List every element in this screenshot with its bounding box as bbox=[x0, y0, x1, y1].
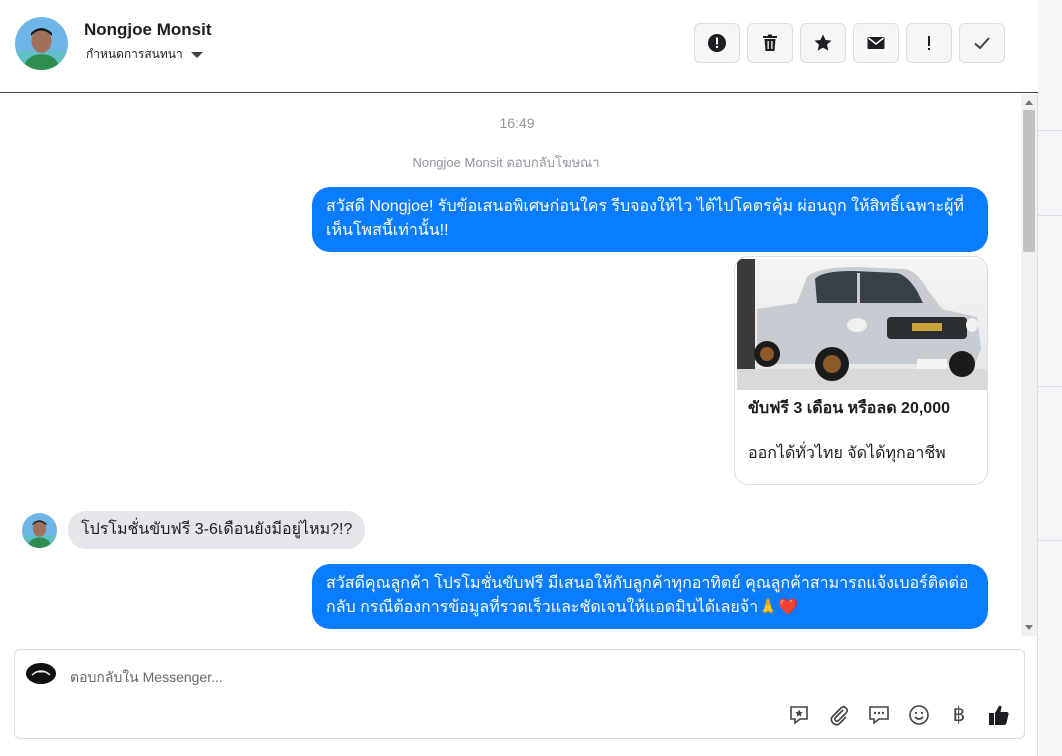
emoji-icon bbox=[909, 705, 929, 725]
divider bbox=[1038, 215, 1062, 216]
mark-unread-button[interactable] bbox=[853, 23, 899, 63]
assign-label: กำหนดการสนทนา bbox=[86, 47, 183, 61]
payment-button[interactable]: ฿ bbox=[946, 702, 972, 728]
star-button[interactable] bbox=[800, 23, 846, 63]
reply-composer[interactable]: ตอบกลับใน Messenger... ฿ bbox=[14, 649, 1025, 739]
ad-card[interactable]: ขับฟรี 3 เดือน หรือลด 20,000 ออกได้ทั่วไ… bbox=[734, 256, 988, 485]
mark-done-button[interactable] bbox=[959, 23, 1005, 63]
mail-icon bbox=[867, 37, 885, 49]
ad-car-image bbox=[737, 259, 987, 390]
exclamation-icon bbox=[928, 36, 930, 50]
divider bbox=[1038, 540, 1062, 541]
scroll-down-icon[interactable] bbox=[1025, 625, 1033, 630]
divider bbox=[1038, 130, 1062, 131]
divider bbox=[1038, 386, 1062, 387]
composer-tools: ฿ bbox=[786, 702, 1012, 728]
mark-spam-button[interactable] bbox=[694, 23, 740, 63]
message-scrollbar[interactable] bbox=[1021, 94, 1037, 636]
message-timestamp: 16:49 bbox=[499, 115, 535, 131]
baht-icon: ฿ bbox=[952, 704, 966, 726]
emoji-button[interactable] bbox=[906, 702, 932, 728]
customer-avatar[interactable] bbox=[22, 512, 57, 548]
attachment-icon bbox=[830, 705, 849, 726]
incoming-message-row: โปรโมชั่นขับฟรี 3-6เดือนยังมีอยู่ไหม?!? bbox=[22, 511, 366, 549]
outgoing-message[interactable]: สวัสดีคุณลูกค้า โปรโมชั่นขับฟรี มีเสนอให… bbox=[312, 564, 988, 629]
ad-title: ขับฟรี 3 เดือน หรือลด 20,000 bbox=[748, 400, 950, 417]
trash-icon bbox=[763, 34, 777, 51]
spam-icon bbox=[708, 34, 726, 52]
delete-button[interactable] bbox=[747, 23, 793, 63]
ad-description: ออกได้ทั่วไทย จัดได้ทุกอาชีพ bbox=[748, 445, 946, 462]
inbox-conversation-panel: Nongjoe Monsit กำหนดการสนทนา 16:49 Nongj… bbox=[0, 0, 1038, 756]
header-actions bbox=[694, 23, 1005, 63]
incoming-message[interactable]: โปรโมชั่นขับฟรี 3-6เดือนยังมีอยู่ไหม?!? bbox=[68, 511, 366, 549]
star-icon bbox=[814, 34, 832, 51]
scroll-thumb[interactable] bbox=[1023, 110, 1035, 252]
follow-up-button[interactable] bbox=[906, 23, 952, 63]
saved-reply-icon bbox=[790, 706, 808, 725]
contact-avatar[interactable] bbox=[15, 17, 68, 70]
check-icon bbox=[974, 37, 990, 50]
outgoing-message[interactable]: สวัสดี Nongjoe! รับข้อเสนอพิเศษก่อนใคร ร… bbox=[312, 187, 988, 252]
attach-button[interactable] bbox=[826, 702, 852, 728]
page-avatar bbox=[26, 663, 56, 684]
chat-button[interactable] bbox=[866, 702, 892, 728]
like-icon bbox=[989, 705, 1009, 725]
ad-reply-note: Nongjoe Monsit ตอบกลับโฆษณา bbox=[412, 155, 600, 170]
caret-down-icon bbox=[190, 51, 203, 58]
scroll-up-icon[interactable] bbox=[1025, 100, 1033, 105]
saved-reply-button[interactable] bbox=[786, 702, 812, 728]
conversation-header: Nongjoe Monsit กำหนดการสนทนา bbox=[0, 0, 1038, 93]
message-list[interactable]: 16:49 Nongjoe Monsit ตอบกลับโฆษณา สวัสดี… bbox=[0, 94, 1038, 636]
reply-input[interactable]: ตอบกลับใน Messenger... bbox=[70, 667, 223, 689]
assign-conversation-dropdown[interactable]: กำหนดการสนทนา bbox=[86, 45, 203, 64]
contact-name: Nongjoe Monsit bbox=[84, 20, 212, 39]
right-panel-edge bbox=[1038, 0, 1062, 756]
chat-icon bbox=[869, 706, 889, 725]
like-button[interactable] bbox=[986, 702, 1012, 728]
